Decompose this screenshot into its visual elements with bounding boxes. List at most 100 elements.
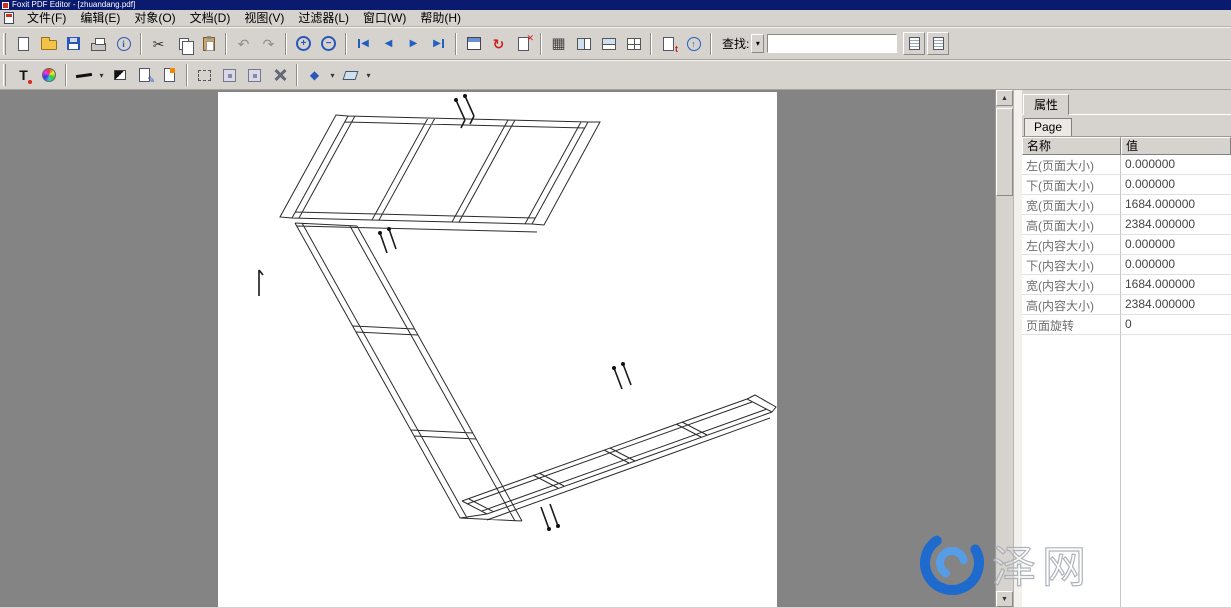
snapshot-button[interactable] [192, 63, 217, 88]
circle-arrow-icon: ↑ [687, 37, 701, 51]
transform-a-button[interactable] [217, 63, 242, 88]
property-name: 宽(页面大小) [1022, 195, 1121, 215]
paste-clipboard-icon [203, 37, 215, 51]
swatch-dropdown[interactable]: ▾ [327, 63, 338, 88]
new-document-button[interactable] [11, 31, 36, 56]
property-value[interactable]: 0 [1121, 315, 1231, 335]
tools-button[interactable] [267, 63, 292, 88]
print-button[interactable] [86, 31, 111, 56]
split-two-row-icon [602, 38, 616, 50]
toolbar-main: i ✂ ↶ ↷ + − ◀ ◀ ▶ ▶ ↻ ✕ ▦ t ↑ 查找: ▾ [0, 27, 1231, 60]
panel-splitter[interactable] [1013, 90, 1022, 607]
copy-button[interactable] [171, 31, 196, 56]
filler-value-column [1121, 335, 1231, 607]
find-doc-button[interactable] [903, 32, 925, 55]
info-button[interactable]: i [111, 31, 136, 56]
tab-properties[interactable]: 属性 [1023, 94, 1069, 115]
next-page-button[interactable]: ▶ [401, 31, 426, 56]
delete-page-button[interactable]: ✕ [511, 31, 536, 56]
toolbar-separator [186, 64, 188, 86]
document-page[interactable] [218, 92, 777, 607]
split-quad-button[interactable] [621, 31, 646, 56]
find-options-button[interactable] [927, 32, 949, 55]
undo-button[interactable]: ↶ [231, 31, 256, 56]
property-value[interactable]: 2384.000000 [1121, 295, 1231, 315]
paste-button[interactable] [196, 31, 221, 56]
edit-page-button[interactable] [157, 63, 182, 88]
color-wheel-icon [42, 68, 56, 82]
menu-item-object[interactable]: 对象(O) [127, 10, 182, 26]
scrollbar-thumb[interactable] [996, 108, 1013, 196]
tab-page[interactable]: Page [1024, 118, 1072, 136]
last-page-icon: ▶ [433, 39, 444, 49]
zoom-out-button[interactable]: − [316, 31, 341, 56]
line-tool-dropdown[interactable]: ▾ [96, 63, 107, 88]
toolbar-grip[interactable] [3, 33, 6, 55]
fill-tool-button[interactable] [107, 63, 132, 88]
fill-swatch-icon [114, 70, 126, 80]
panel-subtab-strip: Page [1022, 115, 1231, 137]
page-info-button[interactable]: ↑ [681, 31, 706, 56]
table-row: 宽(页面大小)1684.000000 [1022, 195, 1231, 215]
transform-b-button[interactable] [242, 63, 267, 88]
save-button[interactable] [61, 31, 86, 56]
table-row: 左(内容大小)0.000000 [1022, 235, 1231, 255]
find-input[interactable] [767, 34, 897, 53]
vertical-scrollbar[interactable]: ▲ ▼ [995, 90, 1013, 607]
table-header-row: 名称 值 [1022, 137, 1231, 155]
property-value[interactable]: 0.000000 [1121, 175, 1231, 195]
dashed-select-icon [198, 70, 211, 81]
save-floppy-icon [67, 37, 80, 50]
path-tool-button[interactable] [338, 63, 363, 88]
canvas[interactable] [0, 90, 995, 607]
toolbar-separator [140, 33, 142, 55]
menu-item-window[interactable]: 窗口(W) [356, 10, 413, 26]
path-tool-dropdown[interactable]: ▾ [363, 63, 374, 88]
last-page-button[interactable]: ▶ [426, 31, 451, 56]
property-value[interactable]: 1684.000000 [1121, 275, 1231, 295]
open-button[interactable] [36, 31, 61, 56]
cut-button[interactable]: ✂ [146, 31, 171, 56]
table-filler [1022, 335, 1231, 607]
property-value[interactable]: 0.000000 [1121, 255, 1231, 275]
scroll-up-button[interactable]: ▲ [996, 90, 1013, 106]
find-dropdown-button[interactable]: ▾ [751, 34, 764, 53]
toolbar-separator [285, 33, 287, 55]
swatch-button[interactable]: ◆ [302, 63, 327, 88]
first-page-button[interactable]: ◀ [351, 31, 376, 56]
split-vertical-button[interactable] [596, 31, 621, 56]
menu-item-filter[interactable]: 过滤器(L) [291, 10, 356, 26]
edit-object-button[interactable]: ✎ [132, 63, 157, 88]
menu-item-help[interactable]: 帮助(H) [413, 10, 468, 26]
filler-name-column [1022, 335, 1121, 607]
property-value[interactable]: 1684.000000 [1121, 195, 1231, 215]
property-value[interactable]: 2384.000000 [1121, 215, 1231, 235]
transform-icon [248, 69, 261, 82]
info-icon: i [117, 37, 131, 51]
prev-page-button[interactable]: ◀ [376, 31, 401, 56]
redo-button[interactable]: ↷ [256, 31, 281, 56]
zoom-in-button[interactable]: + [291, 31, 316, 56]
document-lines-icon [909, 37, 920, 50]
text-export-button[interactable]: t [656, 31, 681, 56]
toolbar-grip[interactable] [3, 64, 6, 86]
color-wheel-button[interactable] [36, 63, 61, 88]
menu-item-view[interactable]: 视图(V) [237, 10, 291, 26]
line-tool-button[interactable] [71, 63, 96, 88]
menu-item-edit[interactable]: 编辑(E) [73, 10, 127, 26]
property-value[interactable]: 0.000000 [1121, 155, 1231, 175]
menu-item-file[interactable]: 文件(F) [20, 10, 73, 26]
table-row: 宽(内容大小)1684.000000 [1022, 275, 1231, 295]
first-page-icon: ◀ [358, 39, 369, 49]
scroll-down-button[interactable]: ▼ [996, 591, 1013, 607]
property-name: 宽(内容大小) [1022, 275, 1121, 295]
rotate-page-button[interactable]: ↻ [486, 31, 511, 56]
menu-item-document[interactable]: 文档(D) [183, 10, 238, 26]
pattern-button[interactable]: ▦ [546, 31, 571, 56]
page-thumbnails-button[interactable] [461, 31, 486, 56]
split-horizontal-button[interactable] [571, 31, 596, 56]
table-row: 下(页面大小)0.000000 [1022, 175, 1231, 195]
scissors-icon: ✂ [153, 37, 165, 51]
text-tool-button[interactable]: T [11, 63, 36, 88]
property-value[interactable]: 0.000000 [1121, 235, 1231, 255]
